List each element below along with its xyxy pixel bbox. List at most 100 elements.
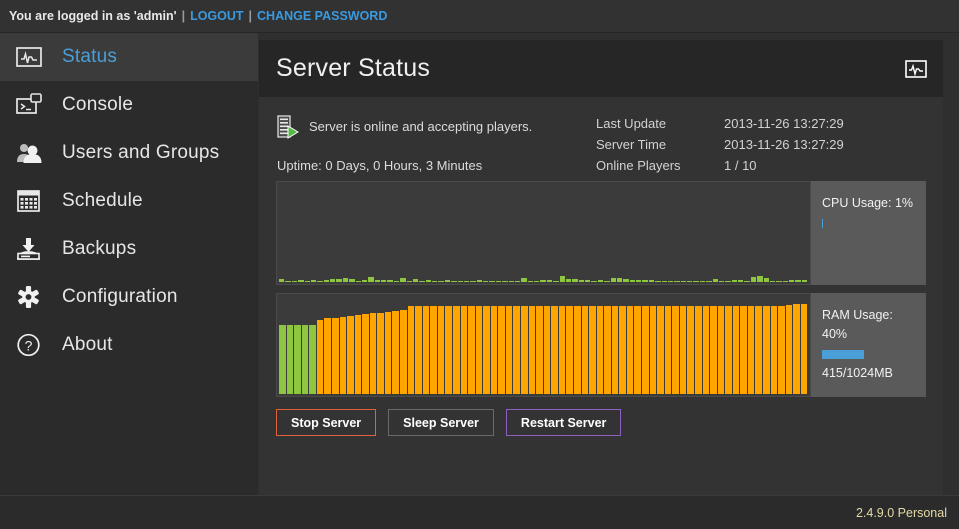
graph-bar: [387, 280, 392, 282]
ram-usage-meter: [822, 350, 864, 359]
svg-text:?: ?: [25, 337, 33, 353]
graph-bar: [330, 279, 335, 282]
graph-bar: [771, 306, 778, 394]
graph-bar: [617, 278, 622, 282]
graph-bar: [477, 280, 482, 282]
graph-bar: [513, 306, 520, 394]
graph-bar: [582, 306, 589, 394]
graph-bar: [657, 306, 664, 394]
graph-bar: [392, 311, 399, 394]
graph-bar: [419, 281, 424, 282]
graph-bar: [279, 325, 286, 394]
graph-bar: [445, 306, 452, 394]
cpu-readout-panel: CPU Usage: 1%: [811, 181, 926, 285]
cpu-usage-block: CPU Usage: 1%: [276, 181, 926, 285]
graph-bar: [407, 281, 412, 282]
graph-bar: [544, 306, 551, 394]
main-content-panel: Server Status: [259, 40, 943, 495]
graph-bar: [604, 306, 611, 394]
graph-bar: [732, 280, 737, 282]
sidebar-item-status[interactable]: Status: [0, 33, 258, 81]
graph-bar: [776, 281, 781, 282]
graph-bar: [400, 310, 407, 394]
graph-bar: [778, 306, 785, 394]
graph-bar: [634, 306, 641, 394]
graph-bar: [468, 306, 475, 394]
graph-bar: [453, 306, 460, 394]
graph-bar: [662, 281, 667, 282]
graph-bar: [506, 306, 513, 394]
cpu-usage-meter: [822, 219, 823, 228]
graph-bar: [763, 306, 770, 394]
graph-bar: [585, 280, 590, 282]
logout-link[interactable]: LOGOUT: [190, 9, 243, 23]
graph-bar: [476, 306, 483, 394]
graph-bar: [672, 306, 679, 394]
sidebar-item-backups[interactable]: Backups: [0, 225, 258, 273]
question-circle-icon: ?: [12, 330, 46, 360]
graph-bar: [612, 306, 619, 394]
meta-key: Server Time: [596, 137, 724, 152]
graph-bar: [623, 279, 628, 282]
sleep-server-button[interactable]: Sleep Server: [388, 409, 494, 436]
calendar-grid-icon: [12, 186, 46, 216]
server-meta-list: Last Update2013-11-26 13:27:29Server Tim…: [596, 113, 844, 176]
graph-bar: [498, 306, 505, 394]
graph-bar: [287, 325, 294, 394]
logged-in-text: You are logged in as 'admin': [9, 9, 177, 23]
graph-bar: [377, 313, 384, 394]
graph-bar: [757, 276, 762, 282]
meta-row: Last Update2013-11-26 13:27:29: [596, 113, 844, 134]
graph-bar: [292, 281, 297, 282]
graph-bar: [650, 306, 657, 394]
graph-bar: [703, 306, 710, 394]
graph-bar: [636, 280, 641, 282]
graph-bar: [362, 280, 367, 282]
change-password-link[interactable]: CHANGE PASSWORD: [257, 9, 387, 23]
graph-bar: [432, 281, 437, 282]
graph-bar: [285, 281, 290, 282]
graph-bar: [674, 281, 679, 282]
graph-bar: [713, 279, 718, 282]
graph-bar: [665, 306, 672, 394]
graph-bar: [579, 280, 584, 282]
graph-bar: [355, 315, 362, 394]
graph-bar: [574, 306, 581, 394]
graph-bar: [801, 304, 808, 394]
graph-bar: [755, 306, 762, 394]
sidebar-item-users-and-groups[interactable]: Users and Groups: [0, 129, 258, 177]
sidebar-item-label: Users and Groups: [62, 142, 219, 164]
sidebar-item-configuration[interactable]: Configuration: [0, 273, 258, 321]
meta-key: Last Update: [596, 116, 724, 131]
ram-usage-block: RAM Usage: 40% 415/1024MB: [276, 293, 926, 397]
graph-bar: [483, 306, 490, 394]
uptime-text: Uptime: 0 Days, 0 Hours, 3 Minutes: [277, 158, 482, 173]
graph-bar: [502, 281, 507, 282]
graph-bar: [324, 280, 329, 282]
meta-row: Server Time2013-11-26 13:27:29: [596, 134, 844, 155]
terminal-icon: [12, 90, 46, 120]
graph-bar: [496, 281, 501, 282]
graph-bar: [415, 306, 422, 394]
server-status-text: Server is online and accepting players.: [309, 119, 532, 134]
graph-bar: [470, 281, 475, 282]
sidebar-item-console[interactable]: Console: [0, 81, 258, 129]
sidebar-item-about[interactable]: ?About: [0, 321, 258, 369]
graph-bar: [566, 306, 573, 394]
restart-server-button[interactable]: Restart Server: [506, 409, 621, 436]
graph-bar: [560, 276, 565, 282]
graph-bar: [649, 280, 654, 282]
ram-readout-panel: RAM Usage: 40% 415/1024MB: [811, 293, 926, 397]
cpu-usage-label: CPU Usage: 1%: [822, 194, 926, 213]
stop-server-button[interactable]: Stop Server: [276, 409, 376, 436]
graph-bar: [343, 278, 348, 282]
graph-bar: [681, 281, 686, 282]
ram-usage-label: RAM Usage:: [822, 306, 926, 325]
graph-bar: [783, 281, 788, 282]
sidebar-item-schedule[interactable]: Schedule: [0, 177, 258, 225]
graph-bar: [693, 281, 698, 282]
cpu-history-graph: [276, 181, 811, 285]
graph-bar: [725, 306, 732, 394]
graph-bar: [748, 306, 755, 394]
graph-bar: [738, 280, 743, 282]
